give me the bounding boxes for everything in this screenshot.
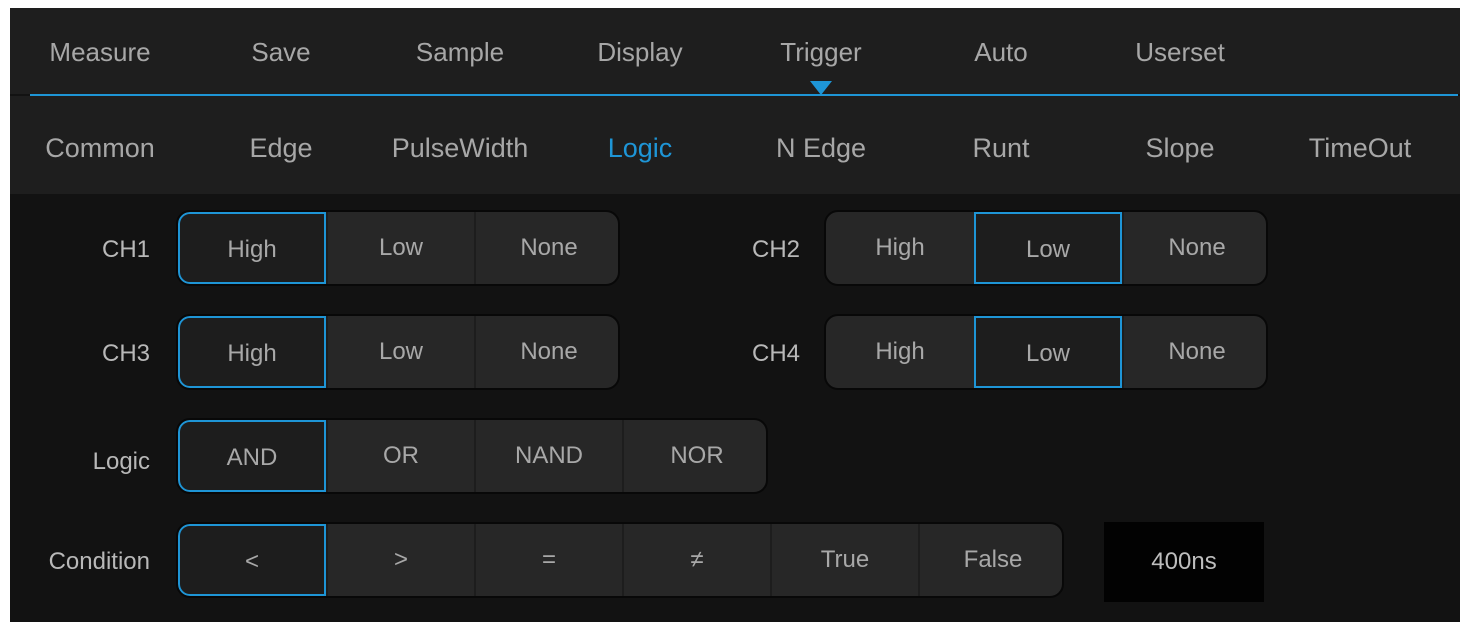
condition-label: Condition bbox=[48, 548, 150, 575]
ch2-label: CH2 bbox=[751, 236, 800, 263]
logic-nand-button[interactable]: NAND bbox=[474, 420, 622, 492]
ch2-low-button[interactable]: Low bbox=[974, 212, 1122, 284]
tab-measure[interactable]: Measure bbox=[49, 30, 150, 74]
subtab-common[interactable]: Common bbox=[45, 126, 155, 170]
ch4-label: CH4 bbox=[751, 340, 800, 367]
subtab-edge[interactable]: Edge bbox=[249, 126, 312, 170]
trigger-type-bar: Common Edge PulseWidth Logic N Edge Runt… bbox=[10, 96, 1460, 194]
condition-false-button[interactable]: False bbox=[918, 524, 1062, 596]
ch2-high-button[interactable]: High bbox=[826, 212, 974, 284]
ch4-high-button[interactable]: High bbox=[826, 316, 974, 388]
condition-not-equal-button[interactable]: ≠ bbox=[622, 524, 770, 596]
ch3-low-button[interactable]: Low bbox=[326, 316, 474, 388]
ch4-low-button[interactable]: Low bbox=[974, 316, 1122, 388]
condition-equal-button[interactable]: = bbox=[474, 524, 622, 596]
main-menu-bar: Measure Save Sample Display Trigger Auto… bbox=[10, 8, 1460, 95]
ch3-none-button[interactable]: None bbox=[474, 316, 618, 388]
condition-less-than-button[interactable]: < bbox=[178, 524, 326, 596]
subtab-n-edge[interactable]: N Edge bbox=[776, 126, 866, 170]
tab-sample[interactable]: Sample bbox=[416, 30, 504, 74]
subtab-slope[interactable]: Slope bbox=[1145, 126, 1214, 170]
ch4-state-selector: High Low None bbox=[824, 314, 1268, 390]
condition-greater-than-button[interactable]: > bbox=[326, 524, 474, 596]
ch1-low-button[interactable]: Low bbox=[326, 212, 474, 284]
ch3-high-button[interactable]: High bbox=[178, 316, 326, 388]
trigger-settings-panel: Measure Save Sample Display Trigger Auto… bbox=[10, 8, 1460, 622]
logic-operator-selector: AND OR NAND NOR bbox=[176, 418, 768, 494]
tab-userset[interactable]: Userset bbox=[1135, 30, 1225, 74]
condition-selector: < > = ≠ True False bbox=[176, 522, 1064, 598]
ch2-state-selector: High Low None bbox=[824, 210, 1268, 286]
ch2-none-button[interactable]: None bbox=[1122, 212, 1266, 284]
subtab-logic[interactable]: Logic bbox=[608, 126, 673, 170]
tab-save[interactable]: Save bbox=[251, 30, 310, 74]
ch1-label: CH1 bbox=[101, 236, 150, 263]
logic-and-button[interactable]: AND bbox=[178, 420, 326, 492]
logic-label: Logic bbox=[92, 448, 150, 475]
condition-true-button[interactable]: True bbox=[770, 524, 918, 596]
ch3-state-selector: High Low None bbox=[176, 314, 620, 390]
tab-trigger[interactable]: Trigger bbox=[780, 30, 861, 74]
condition-time-value[interactable]: 400ns bbox=[1104, 522, 1264, 602]
ch4-none-button[interactable]: None bbox=[1122, 316, 1266, 388]
active-tab-pointer-icon bbox=[810, 81, 832, 95]
subtab-runt[interactable]: Runt bbox=[972, 126, 1029, 170]
ch1-none-button[interactable]: None bbox=[474, 212, 618, 284]
tab-display[interactable]: Display bbox=[597, 30, 682, 74]
subtab-timeout[interactable]: TimeOut bbox=[1309, 126, 1412, 170]
logic-or-button[interactable]: OR bbox=[326, 420, 474, 492]
subtab-pulsewidth[interactable]: PulseWidth bbox=[392, 126, 529, 170]
ch1-state-selector: High Low None bbox=[176, 210, 620, 286]
tab-auto[interactable]: Auto bbox=[974, 30, 1028, 74]
ch1-high-button[interactable]: High bbox=[178, 212, 326, 284]
logic-nor-button[interactable]: NOR bbox=[622, 420, 766, 492]
ch3-label: CH3 bbox=[101, 340, 150, 367]
